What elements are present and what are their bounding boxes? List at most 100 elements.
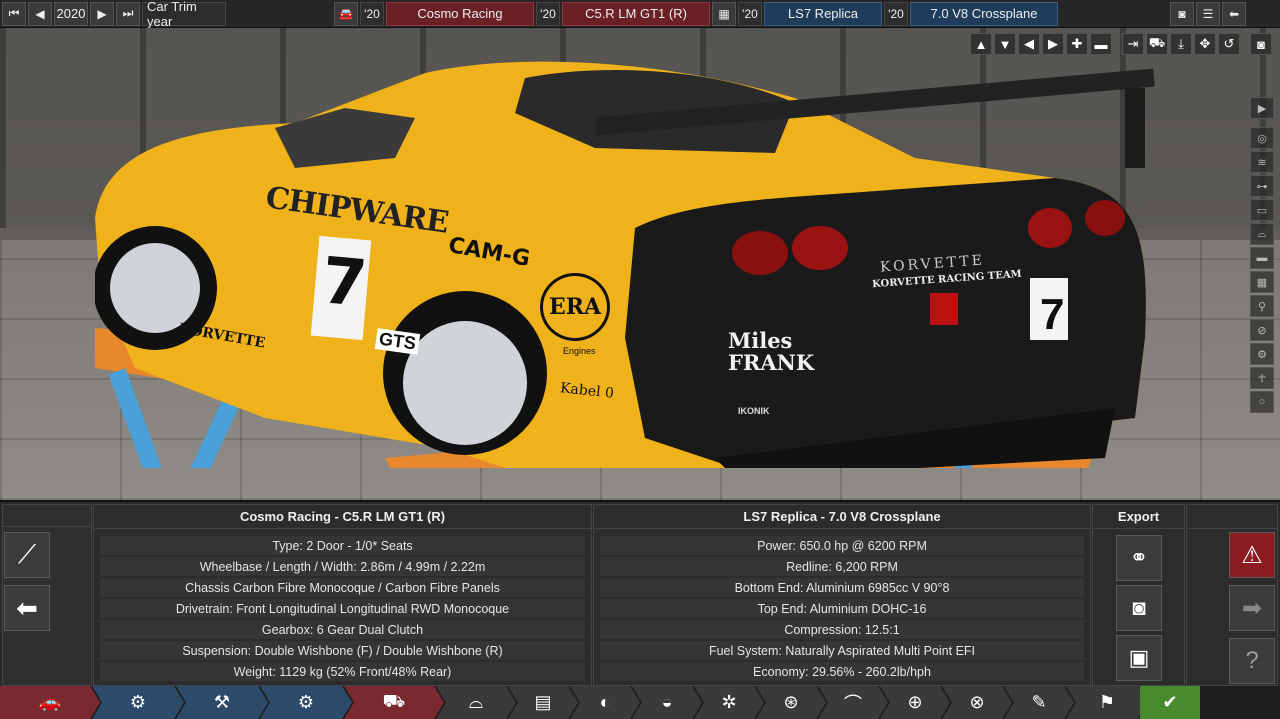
nav-tuning[interactable]: ⊗: [942, 686, 1012, 719]
model-year: '20: [360, 1, 384, 26]
livery-driver: Miles FRANK: [728, 328, 815, 375]
nav-testing[interactable]: ✎: [1004, 686, 1074, 719]
livery-era-sub: Engines: [563, 346, 596, 356]
nav-car-model[interactable]: 🚗: [0, 686, 100, 719]
car-model-icon[interactable]: 🚘: [334, 1, 358, 26]
nav-engine-parts[interactable]: ⚒: [176, 686, 268, 719]
help-button[interactable]: ?: [1229, 638, 1275, 684]
engine-icon[interactable]: ▦: [712, 1, 736, 26]
share-icon: ⚭: [1129, 545, 1149, 570]
back-button[interactable]: ⬅: [4, 585, 50, 631]
camera-icon[interactable]: ◙: [1250, 33, 1272, 55]
zoom-in-icon[interactable]: ✚: [1066, 33, 1088, 55]
brake-disc-icon[interactable]: ⊘: [1250, 319, 1274, 341]
engine-family-year: '20: [738, 1, 762, 26]
confirm-button[interactable]: ✔: [1140, 686, 1200, 719]
nav-trim[interactable]: ⛟: [344, 686, 444, 719]
engine-info-title: LS7 Replica - 7.0 V8 Crossplane: [594, 505, 1090, 529]
trim-info-row: Wheelbase / Length / Width: 2.86m / 4.99…: [100, 557, 585, 576]
gear-icon[interactable]: ⚙: [1250, 343, 1274, 365]
engine-info-row: Power: 650.0 hp @ 6200 RPM: [600, 536, 1084, 555]
engine-info-row: Economy: 29.56% - 260.2lb/hph: [600, 662, 1084, 681]
last-year-button[interactable]: ⏭: [116, 1, 140, 26]
steering-icon: ⊕: [907, 692, 923, 712]
help-icon: ?: [1245, 647, 1259, 674]
chassis-icon[interactable]: ▭: [1250, 199, 1274, 221]
spray-icon: ✎: [1031, 692, 1047, 712]
bottom-navigation: 🚗 ⚙ ⚒ ⚙ ⛟ ⌓ ▤ ◐ ◒ ✲ ⊛ ⌒ ⊕ ⊗ ✎ ⚑ ✔: [0, 686, 1280, 719]
nav-suspension[interactable]: ⊕: [880, 686, 950, 719]
graph-button[interactable]: ⟋: [4, 532, 50, 578]
car-3d-viewport[interactable]: CHIPWARE 7 CAM-G ERA Engines GTS KORVETT…: [0, 28, 1280, 500]
nav-chassis[interactable]: ▤: [508, 686, 578, 719]
engine-folder-icon: ⚙: [129, 692, 147, 712]
screenshot-icon[interactable]: ◙: [1170, 1, 1194, 26]
nav-engine-family[interactable]: ⚙: [92, 686, 184, 719]
body-icon[interactable]: ⌓: [1250, 223, 1274, 245]
expand-play-icon[interactable]: ▶: [1250, 97, 1274, 119]
nav-fixtures[interactable]: ◐: [570, 686, 640, 719]
next-year-button[interactable]: ▶: [90, 1, 114, 26]
camera-controls: ▲ ▼ ◀ ▶ ✚ ▬ ⇥ ⛟ ⤓ ✥ ↺ ◙: [970, 33, 1272, 55]
prev-year-button[interactable]: ◀: [28, 1, 52, 26]
car-trim-icon: ⛟: [382, 690, 406, 711]
nav-wheels[interactable]: ✲: [694, 686, 764, 719]
engine-variant-button[interactable]: 7.0 V8 Crossplane: [910, 1, 1058, 26]
nav-engine-tuning[interactable]: ⚙: [260, 686, 352, 719]
steering-wheel-icon: ⊗: [969, 692, 985, 712]
menu-icon[interactable]: ☰: [1196, 1, 1220, 26]
engine-family-button[interactable]: LS7 Replica: [764, 1, 882, 26]
checkered-flag-icon: ⚑: [1098, 692, 1116, 712]
zoom-out-icon[interactable]: ▬: [1090, 33, 1112, 55]
back-icon[interactable]: ⬅: [1222, 1, 1246, 26]
trim-info-row: Suspension: Double Wishbone (F) / Double…: [100, 641, 585, 660]
rotate-gyro-icon[interactable]: ✥: [1194, 33, 1216, 55]
warning-button[interactable]: ⚠: [1229, 532, 1275, 578]
trim-year: '20: [536, 1, 560, 26]
nav-aero[interactable]: ⌒: [818, 686, 888, 719]
camera-right-icon[interactable]: ▶: [1042, 33, 1064, 55]
reset-view-icon[interactable]: ↺: [1218, 33, 1240, 55]
livery-rear-number: 7: [1040, 290, 1065, 339]
camera-up-icon[interactable]: ▲: [970, 33, 992, 55]
livery-ikonik: IKONIK: [738, 406, 770, 416]
photo-button[interactable]: ◙: [1116, 585, 1162, 631]
car-view-icon[interactable]: ⛟: [1146, 33, 1168, 55]
circle-icon[interactable]: ○: [1250, 391, 1274, 413]
body-icon: ⌓: [468, 692, 484, 712]
engine-info-row: Bottom End: Aluminium 6985cc V 90°8: [600, 578, 1084, 597]
nav-finish[interactable]: ⚑: [1066, 686, 1148, 719]
nav-body[interactable]: ⌓: [436, 686, 516, 719]
arrow-left-icon: ⬅: [16, 592, 38, 623]
tuning-icon: ⚙: [297, 692, 315, 712]
spring-icon[interactable]: ≋: [1250, 151, 1274, 173]
car-side-icon[interactable]: ▬: [1250, 247, 1274, 269]
aero-icon: ⌒: [844, 693, 862, 714]
camera-icon: ◙: [1132, 595, 1146, 620]
model-name-button[interactable]: Cosmo Racing: [386, 1, 534, 26]
nav-interior[interactable]: ◒: [632, 686, 702, 719]
car-icon: 🚗: [38, 692, 62, 712]
wheel-icon: ✲: [721, 692, 737, 712]
seat-icon[interactable]: ⚲: [1250, 295, 1274, 317]
wheel-icon[interactable]: ◎: [1250, 127, 1274, 149]
camera-down-icon[interactable]: ▼: [994, 33, 1016, 55]
share-button[interactable]: ⚭: [1116, 535, 1162, 581]
top-bar: ⏮ ◀ 2020 ▶ ⏭ Car Trim year 🚘 '20 Cosmo R…: [0, 0, 1280, 29]
align-right-icon[interactable]: ⇥: [1122, 33, 1144, 55]
save-button[interactable]: ▣: [1116, 635, 1162, 681]
trim-name-button[interactable]: C5.R LM GT1 (R): [562, 1, 710, 26]
engine-block-icon[interactable]: ▦: [1250, 271, 1274, 293]
trim-info-row: Chassis Carbon Fibre Monocoque / Carbon …: [100, 578, 585, 597]
axle-icon[interactable]: ⊶: [1250, 175, 1274, 197]
first-year-button[interactable]: ⏮: [2, 1, 26, 26]
pistons-icon: ⚒: [213, 692, 231, 712]
drop-down-icon[interactable]: ⤓: [1170, 33, 1192, 55]
engine-info-row: Fuel System: Naturally Aspirated Multi P…: [600, 641, 1084, 660]
next-button[interactable]: ➡: [1229, 585, 1275, 631]
camera-left-icon[interactable]: ◀: [1018, 33, 1040, 55]
trim-info-row: Weight: 1129 kg (52% Front/48% Rear): [100, 662, 585, 681]
person-icon[interactable]: ☥: [1250, 367, 1274, 389]
trim-info-row: Drivetrain: Front Longitudinal Longitudi…: [100, 599, 585, 618]
nav-brakes[interactable]: ⊛: [756, 686, 826, 719]
